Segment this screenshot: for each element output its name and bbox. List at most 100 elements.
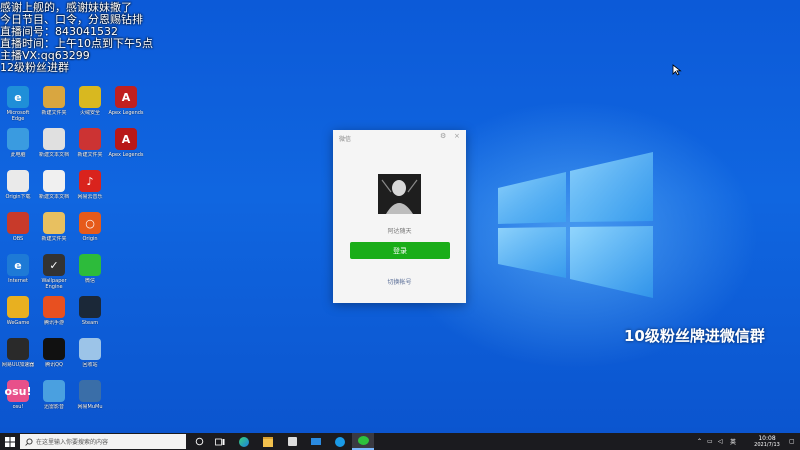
app-icon <box>43 212 65 234</box>
overlay-line-6: 12级粉丝进群 <box>0 61 69 74</box>
task-view-button[interactable] <box>192 433 206 450</box>
desktop-icon-label: 回收站 <box>82 362 98 368</box>
desktop-icon[interactable]: 火绒安全 <box>72 86 108 116</box>
taskbar-search[interactable]: 在这里输入你要搜索的内容 <box>20 434 186 449</box>
clock-date: 2021/7/13 <box>754 441 780 448</box>
notification-icon[interactable]: ▢ <box>789 433 795 450</box>
desktop-icon[interactable]: ○ Origin <box>72 212 108 242</box>
taskbar-store[interactable] <box>284 433 300 450</box>
search-placeholder: 在这里输入你要搜索的内容 <box>36 439 109 446</box>
desktop-icon[interactable]: A Apex Legends <box>108 86 144 116</box>
taskbar-mail[interactable] <box>308 433 324 450</box>
tray-ime[interactable]: 英 <box>730 433 736 450</box>
switch-account-link[interactable]: 切换帐号 <box>333 277 466 286</box>
login-button[interactable]: 登录 <box>350 242 450 259</box>
desktop-icon[interactable]: 新建文件夹 <box>36 212 72 242</box>
desktop-icon-label: 网易云音乐 <box>77 194 103 200</box>
app-icon <box>43 170 65 192</box>
tray-network-icon[interactable]: ▭ <box>707 433 713 450</box>
desktop-icon[interactable]: osu! osu! <box>0 380 36 410</box>
mail-icon <box>311 438 321 445</box>
desktop-icon-label: 迅雷影音 <box>43 404 64 410</box>
app-icon: e <box>7 254 29 276</box>
tray-volume-icon[interactable]: ◁ <box>718 433 723 450</box>
app-icon <box>79 380 101 402</box>
wechat-login-window: 微信 ⚙ × 阿达随天 登录 切换帐号 <box>333 130 466 303</box>
clock-time: 10:08 <box>758 434 776 442</box>
taskbar-edge-2[interactable] <box>332 433 348 450</box>
desktop-icon[interactable]: OBS <box>0 212 36 242</box>
desktop-icon-label: 此电脑 <box>10 152 26 158</box>
desktop-icon-label: 新建文本文档 <box>38 194 69 200</box>
desktop-icon-label: 新建文本文档 <box>38 152 69 158</box>
desktop-icon[interactable]: 迅雷影音 <box>36 380 72 410</box>
desktop-icon-label: OBS <box>12 236 24 242</box>
app-icon <box>7 128 29 150</box>
desktop-icon[interactable]: Steam <box>72 296 108 326</box>
close-icon[interactable]: × <box>454 132 460 140</box>
search-icon <box>25 437 33 446</box>
desktop-icon[interactable]: ✓ Wallpaper Engine <box>36 254 72 290</box>
mouse-cursor-icon <box>672 64 682 76</box>
app-icon: ✓ <box>43 254 65 276</box>
desktop-icon-label: 火绒安全 <box>79 110 100 116</box>
app-icon <box>79 128 101 150</box>
app-icon <box>79 86 101 108</box>
avatar <box>378 174 421 214</box>
app-icon <box>7 338 29 360</box>
desktop-icon[interactable]: 新建文件夹 <box>36 86 72 116</box>
desktop-icon-label: Microsoft Edge <box>6 110 30 122</box>
settings-icon[interactable]: ⚙ <box>440 132 446 140</box>
app-icon <box>79 296 101 318</box>
tray-clock[interactable]: 10:08 2021/7/13 <box>748 433 786 450</box>
app-icon: ○ <box>79 212 101 234</box>
multitask-icon <box>215 438 225 445</box>
desktop-icon[interactable]: Origin下载 <box>0 170 36 200</box>
app-icon <box>79 254 101 276</box>
taskbar-multitask[interactable] <box>212 433 228 450</box>
desktop-icon[interactable]: 腾讯QQ <box>36 338 72 368</box>
desktop-icon[interactable]: 新建文本文档 <box>36 128 72 158</box>
desktop-icon[interactable]: 此电脑 <box>0 128 36 158</box>
app-icon: ♪ <box>79 170 101 192</box>
desktop-icon[interactable]: 网易MuMu <box>72 380 108 410</box>
task-view-icon <box>195 437 203 446</box>
desktop-icon[interactable]: e Internet <box>0 254 36 284</box>
desktop-icon[interactable]: 微信 <box>72 254 108 284</box>
app-icon: e <box>7 86 29 108</box>
desktop-icon-label: 新建文件夹 <box>41 236 67 242</box>
app-icon <box>43 338 65 360</box>
app-icon: osu! <box>5 380 31 402</box>
desktop-icon[interactable]: 腾讯手游 <box>36 296 72 326</box>
desktop-icon-label: osu! <box>12 404 24 410</box>
desktop-icon-label: Apex Legends <box>108 110 144 116</box>
app-icon <box>43 128 65 150</box>
desktop-icon[interactable]: WeGame <box>0 296 36 326</box>
taskbar-wechat[interactable] <box>352 433 374 450</box>
app-icon: A <box>115 128 137 150</box>
desktop-icon[interactable]: 新建文本文档 <box>36 170 72 200</box>
desktop-icon[interactable]: 新建文件夹 <box>72 128 108 158</box>
desktop-icon[interactable]: ♪ 网易云音乐 <box>72 170 108 200</box>
app-icon <box>43 86 65 108</box>
app-icon <box>79 338 101 360</box>
wechat-username: 阿达随天 <box>387 228 412 235</box>
desktop-icon-label: Wallpaper Engine <box>41 278 67 290</box>
app-icon <box>7 170 29 192</box>
desktop-icon[interactable]: 回收站 <box>72 338 108 368</box>
desktop-icon-label: WeGame <box>6 320 30 326</box>
taskbar-explorer[interactable] <box>260 433 276 450</box>
desktop-icon-label: Origin下载 <box>5 194 31 200</box>
desktop-icon[interactable]: e Microsoft Edge <box>0 86 36 122</box>
desktop: e Microsoft Edge 新建文件夹 火绒安全 A Apex Legends 此电脑… <box>0 0 800 433</box>
start-button[interactable] <box>0 433 20 450</box>
tray-chevron-icon[interactable]: ⌃ <box>697 433 702 450</box>
desktop-icon-label: 新建文件夹 <box>77 152 103 158</box>
desktop-icon[interactable]: A Apex Legends <box>108 128 144 158</box>
desktop-icon[interactable]: 网易UU加速器 <box>0 338 36 368</box>
app-icon <box>43 296 65 318</box>
desktop-icon-label: 新建文件夹 <box>41 110 67 116</box>
wechat-icon <box>357 436 369 445</box>
taskbar-edge[interactable] <box>236 433 252 450</box>
desktop-icon-label: Origin <box>82 236 98 242</box>
